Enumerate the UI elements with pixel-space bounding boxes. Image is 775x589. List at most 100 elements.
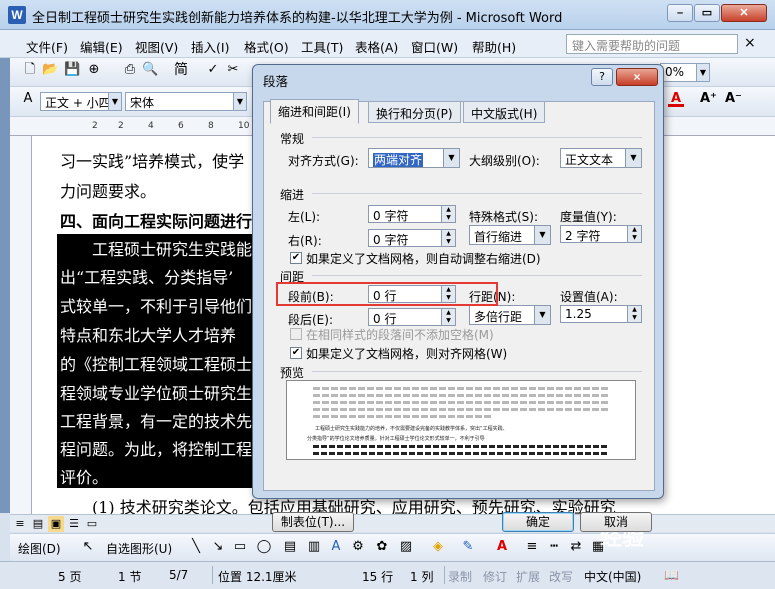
outline-view-icon[interactable]: ☰ <box>66 516 82 532</box>
arrow-tool-icon[interactable]: ↘ <box>210 539 226 555</box>
draw-menu[interactable]: 绘图(D) <box>18 540 61 557</box>
status-column: 1 列 <box>410 570 434 584</box>
menu-insert[interactable]: 插入(I) <box>191 37 229 56</box>
doc-line: 特点和东北大学人才培养 <box>60 322 237 346</box>
document-close-icon[interactable]: × <box>744 35 756 51</box>
space-after-input[interactable]: 0 行 ▲ ▼ <box>368 308 456 326</box>
status-track-changes[interactable]: 修订 <box>483 568 507 585</box>
menu-view[interactable]: 视图(V) <box>135 37 178 56</box>
style-combo[interactable]: 正文 + 小四 ▼ <box>40 92 122 111</box>
oval-tool-icon[interactable]: ◯ <box>256 539 272 555</box>
zoom-combo[interactable]: 0% ▼ <box>660 63 710 82</box>
dont-add-space-checkbox[interactable] <box>290 328 302 340</box>
styles-pane-icon[interactable]: A <box>20 91 36 107</box>
spinner-arrows-icon[interactable]: ▲ ▼ <box>627 306 641 322</box>
indent-by-input[interactable]: 2 字符 ▲ ▼ <box>560 225 642 243</box>
print-layout-view-icon[interactable]: ▣ <box>48 516 64 532</box>
grow-font-icon[interactable]: A⁺ <box>700 91 717 107</box>
clip-art-icon[interactable]: ✿ <box>374 539 390 555</box>
print-icon[interactable]: ⎙ <box>122 62 138 78</box>
autoshapes-menu[interactable]: 自选图形(U) <box>106 540 172 557</box>
menu-table[interactable]: 表格(A) <box>355 37 398 56</box>
spinner-arrows-icon[interactable]: ▲ ▼ <box>441 230 455 246</box>
rectangle-tool-icon[interactable]: ▭ <box>232 539 248 555</box>
web-view-icon[interactable]: ▤ <box>30 516 46 532</box>
status-separator <box>212 566 213 584</box>
menu-help[interactable]: 帮助(H) <box>472 37 516 56</box>
shrink-font-icon[interactable]: A⁻ <box>725 91 742 107</box>
spelling-icon[interactable]: ✓ <box>205 62 221 78</box>
dont-add-space-label[interactable]: 在相同样式的段落间不添加空格(M) <box>306 326 494 343</box>
line-tool-icon[interactable]: ╲ <box>188 539 204 555</box>
permission-icon[interactable]: ⊕ <box>86 62 102 78</box>
tab-indents-spacing[interactable]: 缩进和间距(I) <box>270 99 359 124</box>
vertical-text-box-icon[interactable]: ▥ <box>306 539 322 555</box>
chevron-down-icon: ▼ <box>108 93 121 110</box>
auto-adjust-right-indent-checkbox[interactable]: ✔ <box>290 252 302 264</box>
line-style-icon[interactable]: ≡ <box>524 539 540 555</box>
diagram-icon[interactable]: ⚙ <box>350 539 366 555</box>
arrow-style-icon[interactable]: ⇄ <box>568 539 584 555</box>
text-box-icon[interactable]: ▤ <box>282 539 298 555</box>
new-document-icon[interactable]: 🗋 <box>22 62 38 78</box>
menu-format[interactable]: 格式(O) <box>244 37 289 56</box>
doc-line: 程问题。为此，将控制工程 <box>60 436 253 460</box>
cancel-button[interactable]: 取消 <box>580 512 652 532</box>
save-icon[interactable]: 💾 <box>64 62 80 78</box>
window-close-button[interactable]: ✕ <box>721 4 767 22</box>
reading-view-icon[interactable]: ▭ <box>84 516 100 532</box>
open-folder-icon[interactable]: 📂 <box>42 62 58 78</box>
line-color-icon[interactable]: ✎ <box>460 539 476 555</box>
snap-to-grid-checkbox[interactable]: ✔ <box>290 347 302 359</box>
vertical-ruler[interactable] <box>10 136 32 514</box>
font-color-icon[interactable]: A <box>668 91 684 107</box>
font-color-draw-icon[interactable]: A <box>494 539 510 555</box>
wordart-icon[interactable]: A <box>328 539 344 555</box>
tabs-button[interactable]: 制表位(T)... <box>272 512 354 532</box>
status-record[interactable]: 录制 <box>448 568 472 585</box>
snap-to-grid-label[interactable]: 如果定义了文档网格，则对齐网格(W) <box>306 345 507 362</box>
spacing-at-input[interactable]: 1.25 ▲ ▼ <box>560 305 642 323</box>
font-combo[interactable]: 宋体 ▼ <box>125 92 247 111</box>
print-preview-icon[interactable]: 🔍 <box>142 62 158 78</box>
tab-line-page-breaks[interactable]: 换行和分页(P) <box>368 101 461 123</box>
indent-right-input[interactable]: 0 字符 ▲ ▼ <box>368 229 456 247</box>
line-spacing-select[interactable]: 多倍行距 ▼ <box>469 305 551 325</box>
dialog-close-button[interactable]: × <box>616 68 658 86</box>
spinner-arrows-icon[interactable]: ▲ ▼ <box>441 206 455 222</box>
spacing-at-value: 1.25 <box>565 307 592 321</box>
insert-picture-icon[interactable]: ▨ <box>398 539 414 555</box>
minimize-button[interactable]: – <box>667 4 693 22</box>
outline-level-select[interactable]: 正文文本 ▼ <box>560 148 642 168</box>
menu-window[interactable]: 窗口(W) <box>411 37 458 56</box>
help-icon[interactable]: ? <box>591 68 613 86</box>
tab-asian-typography[interactable]: 中文版式(H) <box>463 101 546 123</box>
indent-left-input[interactable]: 0 字符 ▲ ▼ <box>368 205 456 223</box>
horizontal-scrollbar[interactable]: ≡ ▤ ▣ ☰ ▭ <box>10 514 775 532</box>
word-app-icon[interactable]: W <box>8 6 26 24</box>
normal-view-icon[interactable]: ≡ <box>12 516 28 532</box>
cut-icon[interactable]: ✂ <box>225 62 241 78</box>
fill-color-icon[interactable]: ◈ <box>430 539 446 555</box>
spinner-arrows-icon[interactable]: ▲ ▼ <box>627 226 641 242</box>
menu-tools[interactable]: 工具(T) <box>301 37 343 56</box>
spinner-arrows-icon[interactable]: ▲ ▼ <box>441 309 455 325</box>
auto-adjust-right-indent-label[interactable]: 如果定义了文档网格，则自动调整右缩进(D) <box>306 250 541 267</box>
simplified-chinese-button[interactable]: 简 <box>170 62 192 78</box>
alignment-select[interactable]: 两端对齐 ▼ <box>368 148 460 168</box>
special-indent-label: 特殊格式(S): <box>469 210 539 224</box>
menu-edit[interactable]: 编辑(E) <box>80 37 123 56</box>
status-extend[interactable]: 扩展 <box>516 568 540 585</box>
maximize-button[interactable]: ▭ <box>694 4 720 22</box>
spelling-status-icon[interactable]: 📖 <box>664 568 679 582</box>
help-search-input[interactable]: 键入需要帮助的问题 <box>566 34 738 54</box>
ok-button[interactable]: 确定 <box>502 512 574 532</box>
outline-level-label: 大纲级别(O): <box>469 154 540 168</box>
special-indent-select[interactable]: 首行缩进 ▼ <box>469 225 551 245</box>
dash-style-icon[interactable]: ┅ <box>546 539 562 555</box>
dialog-title: 段落 <box>263 74 289 89</box>
select-pointer-icon[interactable]: ↖ <box>80 539 96 555</box>
status-overtype[interactable]: 改写 <box>549 568 573 585</box>
indent-right-value: 0 字符 <box>373 233 409 247</box>
menu-file[interactable]: 文件(F) <box>26 37 68 56</box>
